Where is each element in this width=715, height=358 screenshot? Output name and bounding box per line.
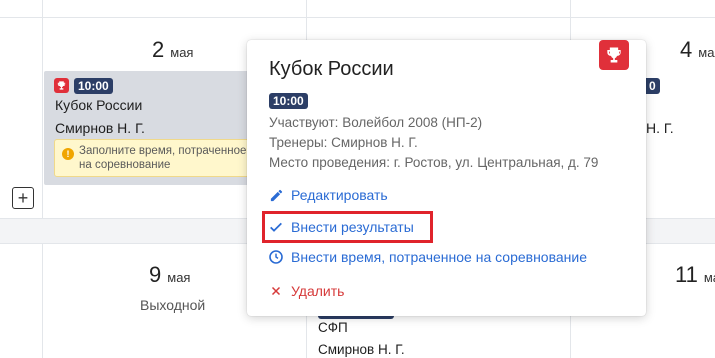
day-number: 11 [675, 262, 698, 287]
bottom-event-coach: Смирнов Н. Г. [318, 342, 405, 357]
bottom-event-title: СФП [318, 320, 348, 335]
day-month: мая [703, 270, 715, 285]
event-coach-peek: Н. Г. [646, 120, 674, 136]
popover-venue: Место проведения: г. Ростов, ул. Централ… [269, 155, 599, 170]
edit-button[interactable]: Редактировать [267, 186, 388, 204]
event-time-badge-peek: 0 [645, 78, 660, 94]
event-title: Кубок России [55, 97, 143, 113]
warning-box: ! Заполните время, потраченное на соревн… [54, 139, 254, 177]
day-label-9: 9 мая [149, 262, 190, 288]
warning-icon: ! [62, 148, 74, 160]
event-coach: Смирнов Н. Г. [55, 120, 145, 136]
enter-time-label: Внести время, потраченное на соревновани… [291, 249, 587, 265]
day-label-2: 2 мая [152, 37, 193, 63]
pencil-icon [267, 186, 285, 204]
popover-coaches: Тренеры: Смирнов Н. Г. [269, 135, 418, 150]
popover-title: Кубок России [269, 58, 394, 80]
day-number: 4 [680, 37, 693, 62]
event-popover: Кубок России 10:00 Участвуют: Волейбол 2… [247, 40, 646, 316]
grid-line [42, 0, 43, 358]
delete-label: Удалить [291, 283, 345, 299]
day-label-11: 11 мая [675, 262, 715, 288]
trophy-icon [599, 40, 629, 70]
day-month: мая [167, 270, 191, 285]
calendar-top-strip [0, 0, 715, 18]
warning-text: Заполните время, потраченное на соревнов… [79, 145, 247, 171]
trophy-icon [54, 78, 69, 93]
event-card[interactable]: 10:00 Кубок России Смирнов Н. Г. ! Запол… [44, 71, 254, 185]
enter-time-button[interactable]: Внести время, потраченное на соревновани… [267, 248, 587, 266]
highlight-box [262, 211, 433, 243]
edit-label: Редактировать [291, 187, 388, 203]
close-icon [267, 282, 285, 300]
event-time-badge: 10:00 [74, 78, 113, 94]
popover-time-badge: 10:00 [269, 93, 308, 109]
day-number: 9 [149, 262, 162, 287]
day-month: мая [170, 45, 194, 60]
popover-participants: Участвуют: Волейбол 2008 (НП-2) [269, 115, 483, 130]
day-off-label: Выходной [140, 297, 206, 313]
clock-icon [267, 248, 285, 266]
day-label-4: 4 мая [680, 37, 715, 63]
bottom-event-badge-edge [318, 316, 394, 319]
day-number: 2 [152, 37, 165, 62]
delete-button[interactable]: Удалить [267, 282, 344, 300]
day-month: мая [698, 45, 715, 60]
add-event-button[interactable]: + [12, 187, 34, 209]
